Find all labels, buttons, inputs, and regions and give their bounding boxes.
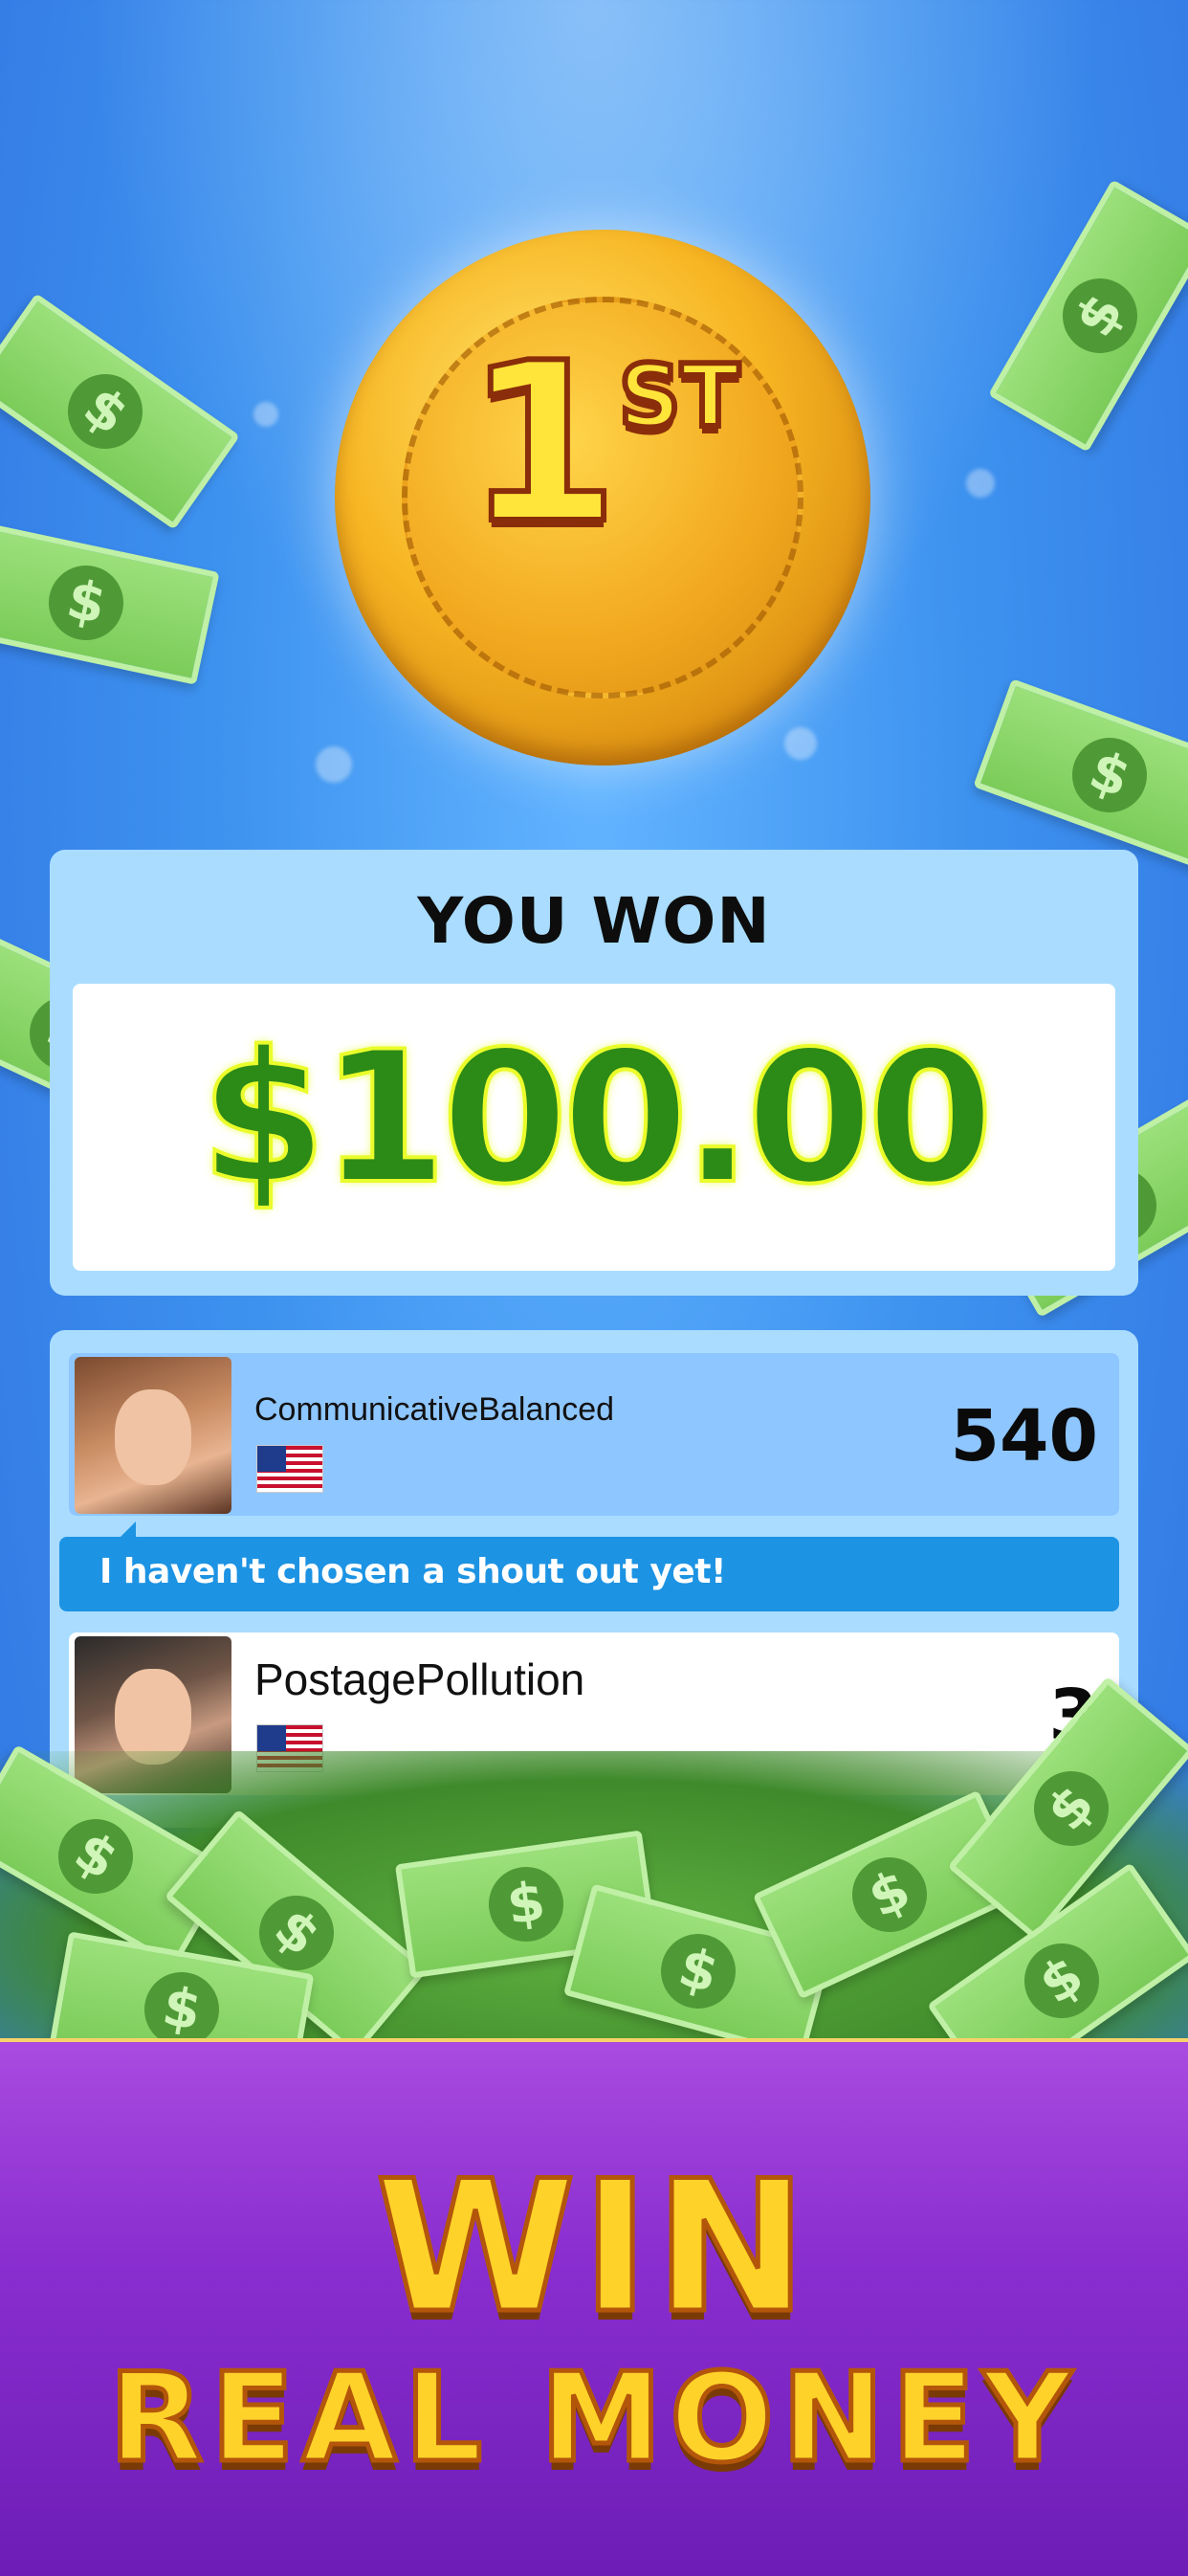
sparkle [316,746,352,783]
player-name: CommunicativeBalanced [254,1391,615,1428]
banner-headline: WIN [373,2142,813,2353]
us-flag-icon [256,1445,323,1493]
prize-amount: $100.00 [198,1010,995,1226]
sparkle [253,402,278,427]
promo-banner: WIN REAL MONEY [0,2038,1188,2576]
leaderboard-row[interactable]: CommunicativeBalanced 540 [69,1353,1119,1516]
sparkle [966,469,995,498]
sparkle [784,727,817,760]
money-bill-icon: $ [988,179,1188,453]
shout-out-text: I haven't chosen a shout out yet! [99,1552,726,1591]
amount-box: $100.00 [73,984,1115,1271]
banner-subheadline: REAL MONEY [106,2347,1080,2490]
player-score: 540 [950,1395,1098,1477]
medal-rank-suffix: ST [616,346,742,447]
money-bill-icon: $ [0,521,220,685]
medal-rank-number: 1 [463,317,622,572]
result-panel: YOU WON $100.00 [50,850,1138,1296]
avatar [75,1357,231,1514]
shout-out-bubble: I haven't chosen a shout out yet! [59,1521,1119,1611]
player-name: PostagePollution [254,1654,585,1704]
result-title: YOU WON [417,884,771,958]
money-bill-icon: $ [973,678,1188,872]
money-bill-icon: $ [0,293,240,530]
first-place-medal: 1ST [335,230,870,766]
medal-rank: 1ST [335,332,870,558]
